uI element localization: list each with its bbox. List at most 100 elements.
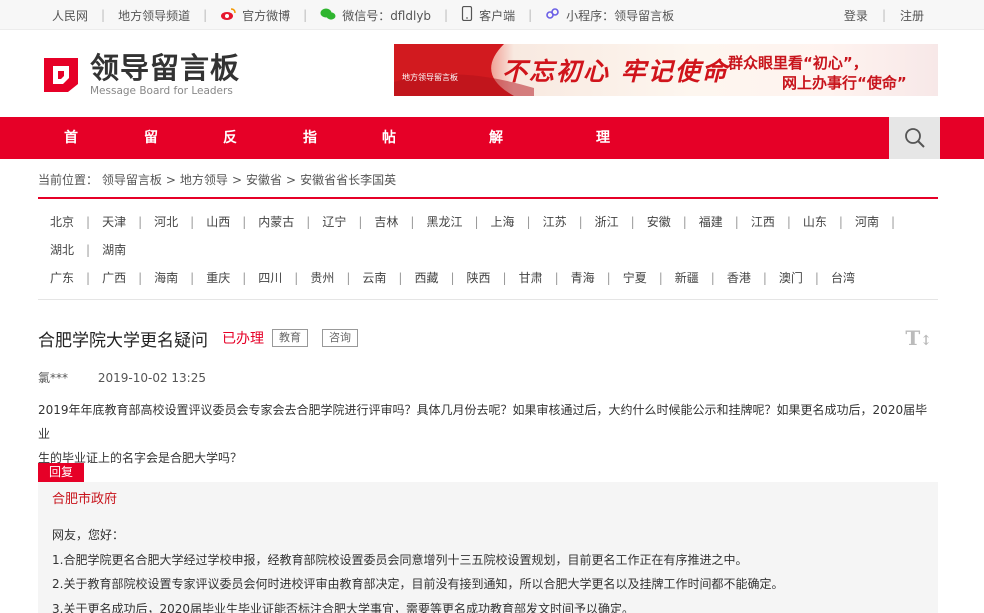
region-link[interactable]: 浙江: [583, 213, 631, 231]
region-link[interactable]: 宁夏: [611, 269, 659, 287]
region-link[interactable]: 台湾: [819, 269, 867, 287]
breadcrumb: 当前位置： 领导留言板 > 地方领导 > 安徽省 > 安徽省省长李国英: [38, 171, 396, 188]
region-link[interactable]: 西藏: [402, 269, 450, 287]
region-link[interactable]: 重庆: [194, 269, 242, 287]
status-badge: 已办理: [222, 331, 264, 347]
region-item: 贵州 |: [298, 269, 350, 287]
tag-education[interactable]: 教育: [272, 329, 308, 347]
region-link[interactable]: 陕西: [455, 269, 503, 287]
region-link[interactable]: 内蒙古: [246, 213, 306, 231]
search-icon: [904, 128, 925, 148]
article-body-line: 生的毕业证上的名字会是合肥大学吗？: [38, 451, 243, 465]
region-link[interactable]: 福建: [687, 213, 735, 231]
region-link[interactable]: 四川: [246, 269, 294, 287]
region-item: 湖南: [90, 241, 138, 259]
region-link[interactable]: 甘肃: [507, 269, 555, 287]
nav-item[interactable]: 反馈: [223, 117, 237, 188]
nav-item[interactable]: 指数: [303, 117, 317, 188]
banner-slogan-1: 群众眼里看“初心”，: [728, 54, 868, 72]
region-item: 山东 |: [791, 213, 843, 231]
auth-separator: |: [881, 8, 886, 22]
text-size-icon[interactable]: T↕: [905, 326, 932, 350]
nav-item[interactable]: 留言: [144, 117, 158, 188]
region-link[interactable]: 江西: [739, 213, 787, 231]
breadcrumb-item[interactable]: 地方领导: [180, 173, 228, 187]
region-link[interactable]: 云南: [350, 269, 398, 287]
region-item: 新疆 |: [663, 269, 715, 287]
top-links: 人民网 | 地方领导频道 | 官方微博 | 微信号：dfldlyb | 客户端 | 小程序：领导留言…: [52, 0, 674, 30]
search-button[interactable]: [889, 117, 940, 159]
region-item: 重庆 |: [194, 269, 246, 287]
article-meta: 氯*** 2019-10-02 13:25: [38, 369, 206, 386]
region-item: 香港 |: [715, 269, 767, 287]
region-item: 黑龙江 |: [414, 213, 478, 231]
nav-item[interactable]: 理论学习: [596, 117, 610, 272]
site-logo[interactable]: 领导留言板 Message Board for Leaders: [40, 52, 240, 97]
region-link[interactable]: 辽宁: [310, 213, 358, 231]
region-link[interactable]: 上海: [479, 213, 527, 231]
region-item: 浙江 |: [583, 213, 635, 231]
auth-links: 登录 | 注册: [844, 0, 924, 30]
region-item: 陕西 |: [455, 269, 507, 287]
author: 氯***: [38, 371, 69, 385]
tag-consult[interactable]: 咨询: [322, 329, 358, 347]
region-link[interactable]: 澳门: [767, 269, 815, 287]
top-link-separator: |: [101, 8, 106, 22]
breadcrumb-item[interactable]: 安徽省: [246, 173, 282, 187]
region-link[interactable]: 黑龙江: [414, 213, 474, 231]
nav-item[interactable]: 解决了吗: [489, 117, 503, 272]
region-link[interactable]: 湖北: [38, 241, 86, 259]
top-link[interactable]: 小程序：领导留言板: [545, 6, 674, 24]
region-item: 广东 |: [38, 269, 90, 287]
region-link[interactable]: 新疆: [663, 269, 711, 287]
region-link[interactable]: 青海: [559, 269, 607, 287]
reply-paragraph: 3.关于更名成功后，2020届毕业生毕业证能否标注合肥大学事宜，需要等更名成功教…: [52, 601, 634, 613]
nav-item[interactable]: 帖近现场: [382, 117, 396, 272]
top-link[interactable]: 人民网: [52, 7, 88, 24]
logo-text: 领导留言板 Message Board for Leaders: [90, 52, 240, 97]
region-link[interactable]: 北京: [38, 213, 86, 231]
region-item: 河南 |: [843, 213, 895, 231]
reply-org[interactable]: 合肥市政府: [52, 490, 924, 510]
region-link[interactable]: 江苏: [531, 213, 579, 231]
region-row-1: 北京 | 天津 | 河北 | 山西 | 内蒙古 | 辽宁 | 吉林 | 黑龙江 | 上海 | 江苏 | 浙江 | 安徽 | 福建…: [38, 213, 938, 269]
region-link[interactable]: 安徽: [635, 213, 683, 231]
register-link[interactable]: 注册: [900, 7, 924, 24]
region-link[interactable]: 广东: [38, 269, 86, 287]
top-link-separator: |: [528, 8, 533, 22]
top-link[interactable]: 官方微博: [220, 7, 290, 24]
login-link[interactable]: 登录: [844, 7, 868, 24]
campaign-banner[interactable]: 地方领导留言板 不忘初心 牢记使命 群众眼里看“初心”， 网上办事行“使命”: [394, 44, 938, 96]
region-link[interactable]: 河南: [843, 213, 891, 231]
region-item: 湖北 |: [38, 241, 90, 259]
region-link[interactable]: 吉林: [362, 213, 410, 231]
region-link[interactable]: 山东: [791, 213, 839, 231]
region-row-2: 广东 | 广西 | 海南 | 重庆 | 四川 | 贵州 | 云南 | 西藏 | 陕西 | 甘肃 | 青海 | 宁夏 | 新疆 | 香…: [38, 269, 938, 297]
region-divider: [38, 299, 938, 300]
region-item: 海南 |: [142, 269, 194, 287]
top-link[interactable]: 微信号：dfldlyb: [320, 7, 431, 24]
top-link-label: 官方微博: [242, 8, 291, 23]
region-link[interactable]: 天津: [90, 213, 138, 231]
region-item: 甘肃 |: [507, 269, 559, 287]
top-link-separator: |: [444, 8, 449, 22]
region-link[interactable]: 湖南: [90, 241, 138, 259]
region-link[interactable]: 河北: [142, 213, 190, 231]
region-link[interactable]: 广西: [90, 269, 138, 287]
region-link[interactable]: 香港: [715, 269, 763, 287]
region-link[interactable]: 贵州: [298, 269, 346, 287]
nav-item[interactable]: 首页: [64, 117, 78, 188]
top-link[interactable]: 客户端: [461, 5, 516, 24]
region-item: 江苏 |: [531, 213, 583, 231]
top-link-label: 客户端: [479, 8, 516, 23]
breadcrumb-item[interactable]: 领导留言板: [102, 173, 162, 187]
region-link[interactable]: 海南: [142, 269, 190, 287]
mini-program-icon: [545, 6, 560, 24]
breadcrumb-separator: >: [165, 173, 176, 187]
breadcrumb-item[interactable]: 安徽省省长李国英: [300, 173, 396, 187]
top-link[interactable]: 地方领导频道: [118, 7, 190, 24]
region-link[interactable]: 山西: [194, 213, 242, 231]
region-item: 北京 |: [38, 213, 90, 231]
banner-left-text: 地方领导留言板: [402, 73, 458, 82]
top-link-separator: |: [303, 8, 308, 22]
